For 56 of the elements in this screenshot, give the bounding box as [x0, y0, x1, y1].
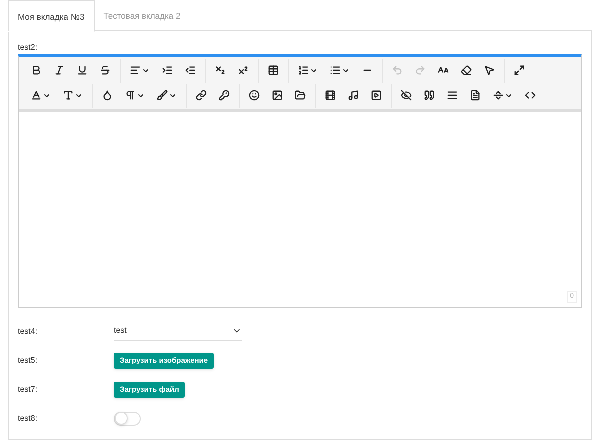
- link-icon: [196, 90, 207, 101]
- droplet-icon: [102, 90, 113, 101]
- play-icon: [371, 90, 382, 101]
- bold-icon: [31, 65, 42, 76]
- italic-icon: [54, 65, 65, 76]
- separator-icon: [493, 90, 504, 101]
- strikethrough-icon: [100, 65, 111, 76]
- outdent-icon: [185, 65, 196, 76]
- field-label: test5:: [18, 354, 39, 366]
- superscript-icon: [238, 65, 249, 76]
- caret-icon: [310, 66, 318, 74]
- tab[interactable]: Тестовая вкладка 2: [94, 0, 190, 31]
- quote-icon: [424, 90, 435, 101]
- caret-icon: [142, 66, 150, 74]
- paragraph-icon: [125, 90, 136, 101]
- pointer-icon: [484, 65, 495, 76]
- underline-icon: [77, 65, 88, 76]
- caret-icon: [169, 92, 177, 100]
- bullet-list-icon: [330, 65, 341, 76]
- music-icon: [348, 90, 359, 101]
- table-icon: [268, 65, 279, 76]
- caret-icon: [505, 92, 513, 100]
- field-label: test7:: [18, 384, 39, 396]
- font-size-icon: [438, 65, 449, 76]
- caret-icon: [137, 92, 145, 100]
- subscript-icon: [215, 65, 226, 76]
- align-icon: [130, 65, 141, 76]
- image-icon: [272, 90, 283, 101]
- lines-icon: [447, 90, 458, 101]
- select-value: test: [114, 325, 127, 337]
- caret-icon: [43, 92, 51, 100]
- folder-icon: [295, 90, 306, 101]
- ordered-list-icon: [298, 65, 309, 76]
- smiley-icon: [249, 90, 260, 101]
- brush-icon: [157, 90, 168, 101]
- eraser-icon: [461, 65, 472, 76]
- toggle-knob: [115, 412, 128, 425]
- caret-icon: [75, 92, 83, 100]
- indent-icon: [162, 65, 173, 76]
- redo-icon: [415, 65, 426, 76]
- caret-icon: [342, 66, 350, 74]
- field-label: test8:: [18, 412, 39, 424]
- video-icon: [325, 90, 336, 101]
- text-color-icon: [31, 90, 42, 101]
- field-label: test2:: [18, 43, 39, 53]
- field-label: test4:: [18, 326, 39, 338]
- select-field[interactable]: test: [114, 322, 242, 340]
- eye-off-icon: [401, 90, 412, 101]
- fullscreen-icon: [514, 65, 525, 76]
- tab[interactable]: Моя вкладка №3: [8, 0, 95, 32]
- file-icon: [470, 90, 481, 101]
- key-icon: [219, 90, 230, 101]
- font-icon: [63, 90, 74, 101]
- toggle-switch[interactable]: [114, 412, 141, 426]
- undo-icon: [392, 65, 403, 76]
- code-icon: [525, 90, 536, 101]
